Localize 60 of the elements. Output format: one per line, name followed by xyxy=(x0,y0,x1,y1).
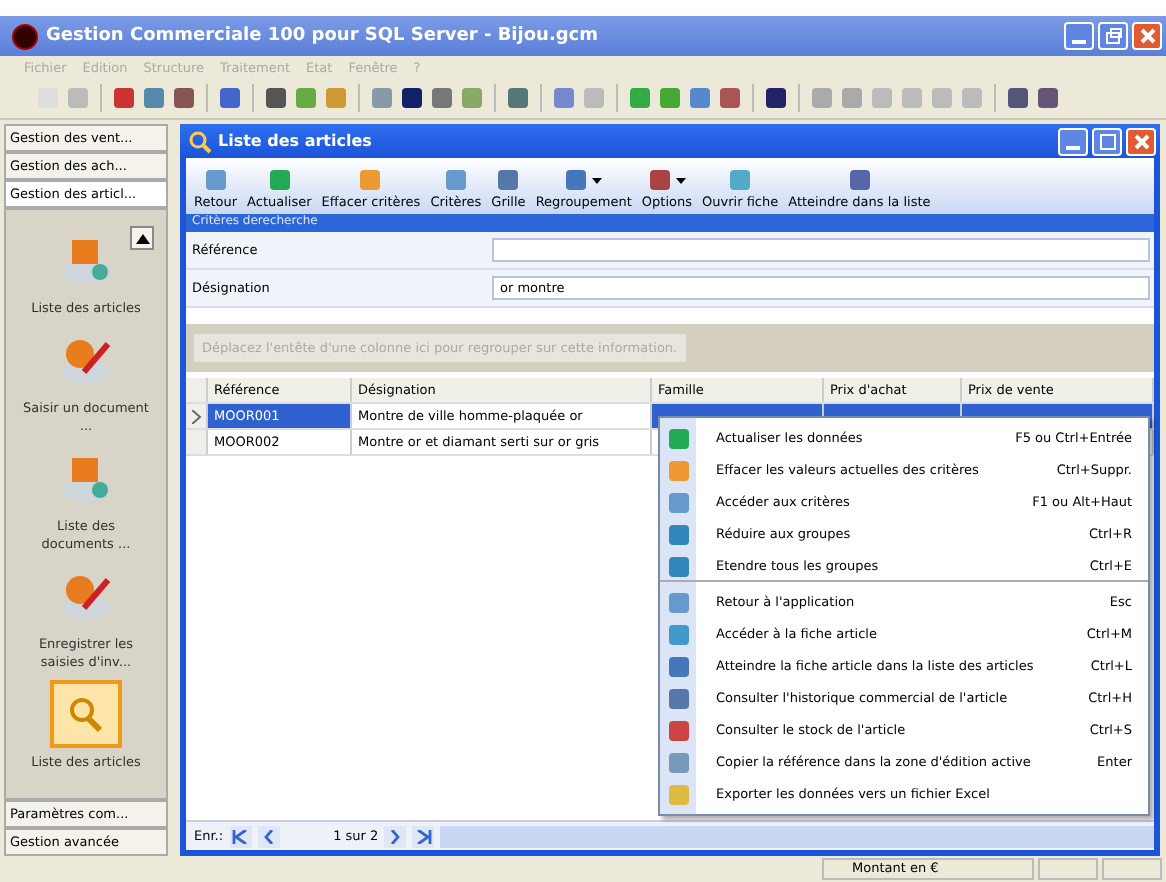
close-icon xyxy=(1131,131,1151,151)
square-icon xyxy=(496,168,521,192)
app-icon xyxy=(12,23,38,49)
first-icon xyxy=(232,829,249,843)
maximize-button[interactable] xyxy=(1092,127,1122,155)
menu-item-icon xyxy=(667,751,689,773)
row-pointer-icon xyxy=(191,409,201,423)
menu-item-icon xyxy=(667,459,689,481)
toolbar-icon[interactable] xyxy=(1006,86,1030,110)
toolbar-icon[interactable] xyxy=(264,86,288,110)
last-icon xyxy=(415,829,432,843)
next-icon xyxy=(390,829,401,843)
dropdown-caret-icon xyxy=(592,177,603,183)
restore-icon xyxy=(1103,26,1123,46)
window-title: Gestion Commerciale 100 pour SQL Server - Bijou.gcm xyxy=(46,26,601,46)
square-icon xyxy=(564,168,589,192)
menu-item-icon xyxy=(667,591,689,613)
menu-item-icon xyxy=(667,719,689,741)
square-icon xyxy=(267,168,292,192)
previous-icon xyxy=(263,829,274,843)
next-record-button[interactable] xyxy=(384,825,407,847)
minimize-button[interactable] xyxy=(1058,127,1088,155)
row-header-cell[interactable] xyxy=(186,404,208,428)
menu-item-icon xyxy=(667,555,689,577)
maximize-icon xyxy=(1097,131,1117,151)
search-icon xyxy=(188,129,212,153)
menu-item-icon xyxy=(667,783,689,805)
restore-button[interactable] xyxy=(1098,22,1128,50)
menu-item-icon xyxy=(667,427,689,449)
minimize-button[interactable] xyxy=(1064,22,1094,50)
menu-item-icon xyxy=(667,491,689,513)
up-arrow-icon xyxy=(135,233,149,243)
square-icon xyxy=(443,168,468,192)
menu-item-icon xyxy=(667,687,689,709)
last-record-button[interactable] xyxy=(412,825,435,847)
menu-item-icon xyxy=(667,523,689,545)
close-icon xyxy=(1137,26,1157,46)
toolbar-icon[interactable] xyxy=(1036,86,1060,110)
toolbar-icon[interactable] xyxy=(764,86,788,110)
menu-item-icon xyxy=(667,655,689,677)
previous-record-button[interactable] xyxy=(257,825,280,847)
square-icon xyxy=(647,168,672,192)
minimize-icon xyxy=(1072,40,1086,44)
square-icon xyxy=(847,168,872,192)
status-pane xyxy=(1102,858,1162,880)
square-icon xyxy=(203,168,228,192)
toolbar-icon[interactable] xyxy=(400,86,424,110)
dropdown-caret-icon xyxy=(675,177,686,183)
child-window-title: Liste des articles xyxy=(218,132,374,150)
first-record-button[interactable] xyxy=(229,825,252,847)
square-icon xyxy=(728,168,753,192)
close-button[interactable] xyxy=(1132,22,1162,50)
status-pane xyxy=(1038,858,1098,880)
minimize-icon xyxy=(1066,145,1080,149)
close-button[interactable] xyxy=(1126,127,1156,155)
input-field[interactable] xyxy=(492,238,1150,262)
scroll-up-button[interactable] xyxy=(130,226,154,250)
row-header-cell[interactable] xyxy=(186,430,208,454)
menu-item-icon xyxy=(667,623,689,645)
square-icon xyxy=(358,168,383,192)
